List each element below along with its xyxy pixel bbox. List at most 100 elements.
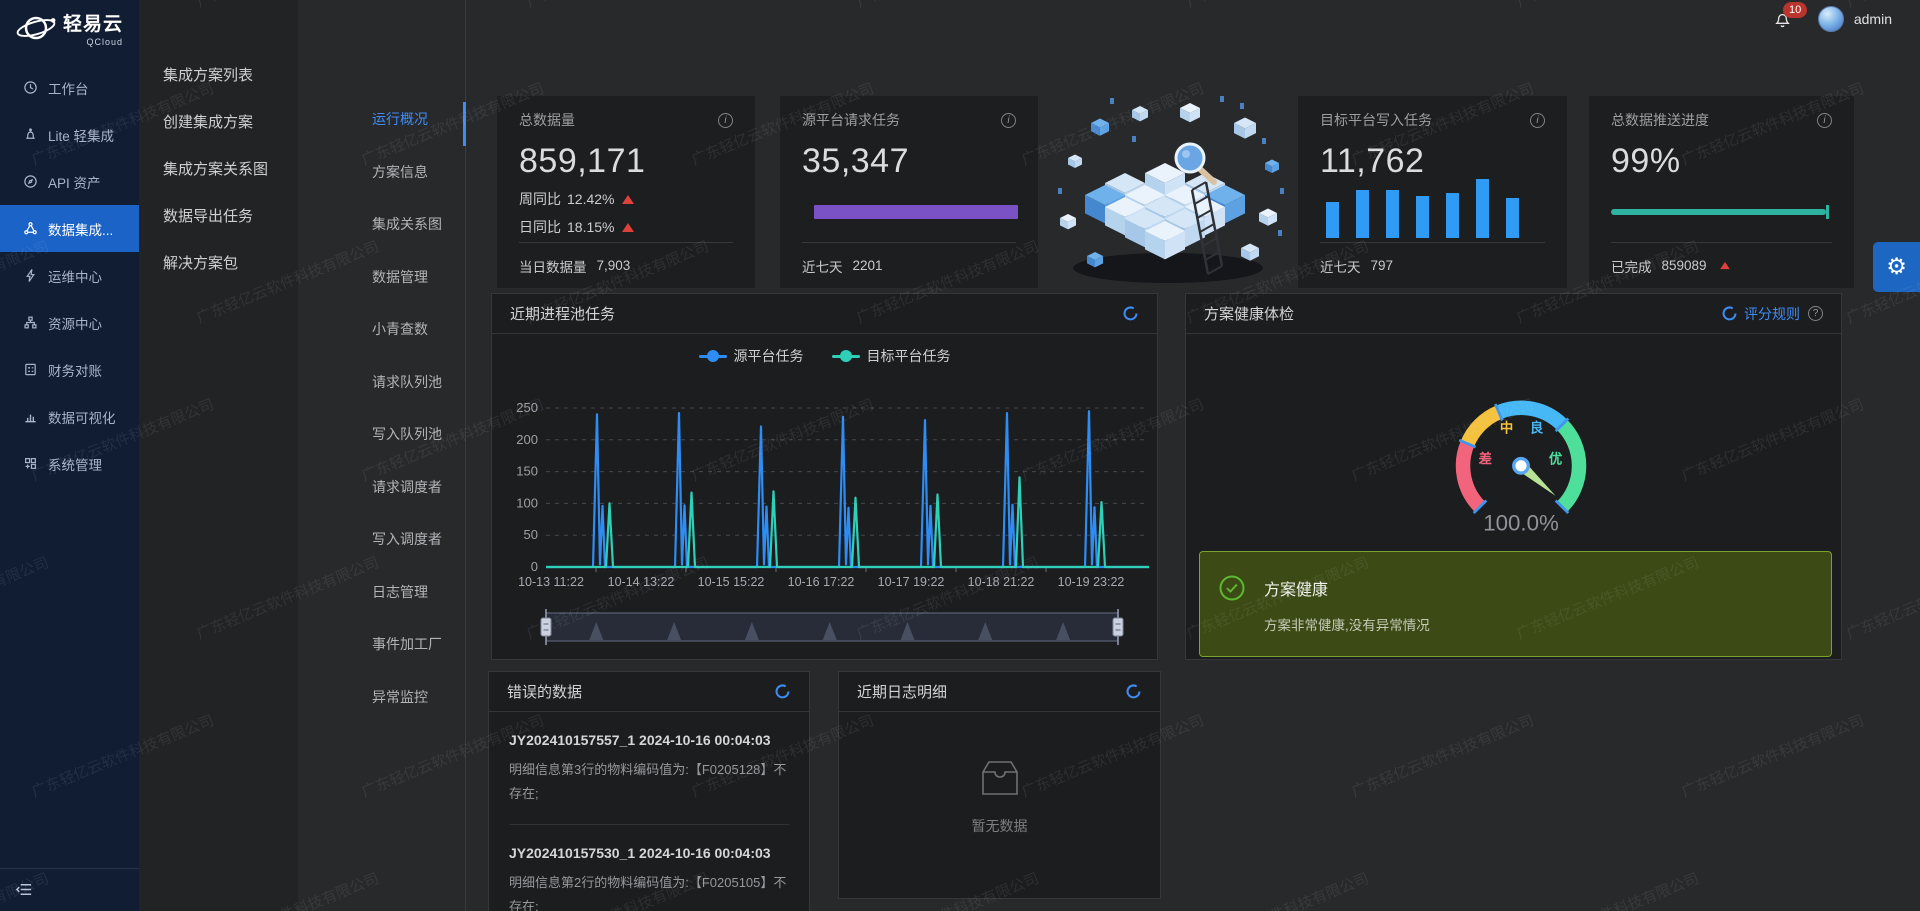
check-circle-icon	[1219, 575, 1245, 601]
submenu-data-management[interactable]: 数据管理	[298, 251, 465, 304]
panel-title: 方案健康体检	[1204, 306, 1295, 323]
dashboard-app: 轻易云 QCloud 工作台 Lite 轻集成 API 资产 数据集成... 运…	[0, 0, 1920, 911]
up-arrow-icon	[622, 222, 635, 232]
info-icon[interactable]	[1530, 112, 1545, 128]
svg-text:50: 50	[524, 527, 538, 542]
sidebar-nav: 工作台 Lite 轻集成 API 资产 数据集成... 运维中心 资源中心 财务…	[0, 64, 139, 487]
panel-title: 近期进程池任务	[510, 306, 616, 323]
info-icon[interactable]	[1817, 112, 1832, 128]
card-footer: 近七天 2201	[802, 258, 883, 275]
app-title: 轻易云	[63, 14, 124, 35]
health-check-panel: 方案健康体检 评分规则 差 中 良 优 100.0%	[1185, 293, 1842, 660]
sidebar-item-resource-center[interactable]: 资源中心	[0, 299, 139, 346]
submenu-integration-graph[interactable]: 集成关系图	[298, 198, 465, 251]
sidebar-item-system[interactable]: 系统管理	[0, 440, 139, 487]
svg-text:150: 150	[516, 464, 538, 479]
svg-text:10-14 13:22: 10-14 13:22	[608, 575, 675, 589]
sidebar-item-data-visualization[interactable]: 数据可视化	[0, 393, 139, 440]
empty-state: 暂无数据	[839, 758, 1160, 836]
sidebar-footer	[0, 868, 139, 911]
refresh-icon[interactable]	[1721, 305, 1738, 322]
notification-bell[interactable]: 10	[1773, 2, 1808, 34]
error-entry-message: 明细信息第3行的物料编码值为:【F0205128】不存在;	[509, 762, 787, 802]
sidebar-item-api-assets[interactable]: API 资产	[0, 158, 139, 205]
info-icon[interactable]	[1001, 112, 1016, 128]
menu-item-solution-list[interactable]: 集成方案列表	[139, 52, 298, 99]
card-value: 99%	[1611, 142, 1681, 180]
submenu-exception-monitor[interactable]: 异常监控	[298, 671, 465, 724]
submenu-request-scheduler[interactable]: 请求调度者	[298, 461, 465, 514]
grid-icon	[25, 458, 36, 469]
gauge-label-poor: 差	[1479, 451, 1492, 467]
submenu-write-scheduler[interactable]: 写入调度者	[298, 513, 465, 566]
error-entry-title: JY202410157530_1 2024-10-16 00:04:03	[509, 845, 771, 862]
sidebar-item-lite[interactable]: Lite 轻集成	[0, 111, 139, 158]
card-value: 35,347	[802, 142, 909, 180]
up-arrow-icon	[622, 194, 635, 204]
svg-text:200: 200	[516, 432, 538, 447]
svg-text:0: 0	[531, 559, 538, 574]
username[interactable]: admin	[1854, 11, 1892, 27]
bar-chart-icon	[25, 414, 36, 423]
progress-fill	[1611, 209, 1826, 215]
error-entry[interactable]: JY202410157557_1 2024-10-16 00:04:03 明细信…	[489, 732, 809, 826]
sidebar-item-ops-center[interactable]: 运维中心	[0, 252, 139, 299]
card-label: 总数据推送进度	[1611, 112, 1709, 128]
trend-week: 周同比 12.42%	[519, 189, 733, 209]
help-icon[interactable]	[1808, 306, 1823, 321]
topbar: 10 admin	[466, 0, 1920, 44]
error-entry[interactable]: JY202410157530_1 2024-10-16 00:04:03 明细信…	[489, 845, 809, 911]
svg-text:10-13 11:22: 10-13 11:22	[518, 575, 584, 589]
gauge-segment-poor	[1455, 440, 1486, 512]
submenu-event-factory[interactable]: 事件加工厂	[298, 618, 465, 671]
scoring-rules-link[interactable]: 评分规则	[1744, 304, 1800, 324]
alarm-icon	[26, 128, 35, 139]
sidebar: 轻易云 QCloud 工作台 Lite 轻集成 API 资产 数据集成... 运…	[0, 0, 139, 911]
health-status-title: 方案健康	[1264, 582, 1329, 599]
gauge-segment-medium	[1460, 405, 1502, 447]
qcloud-logo-icon	[16, 16, 56, 40]
avatar[interactable]	[1818, 6, 1844, 32]
card-label: 目标平台写入任务	[1320, 112, 1432, 128]
gauge-segment-excellent	[1556, 419, 1587, 512]
card-total-data: 总数据量 859,171 周同比12.42% 日同比18.15% 当日数据量7,…	[497, 96, 755, 288]
empty-text: 暂无数据	[971, 818, 1028, 834]
settings-gear-button[interactable]	[1873, 242, 1920, 292]
menu-item-data-export[interactable]: 数据导出任务	[139, 193, 298, 240]
bolt-icon	[26, 269, 35, 282]
line-chart[interactable]: 0 50 100 150 200 250 10-13 11:22 10-14 13:22 10-…	[492, 341, 1157, 661]
card-push-progress: 总数据推送进度 99% 已完成859089	[1589, 96, 1854, 288]
submenu-log-management[interactable]: 日志管理	[298, 566, 465, 619]
clock-icon	[24, 81, 37, 94]
info-icon[interactable]	[718, 112, 733, 128]
sidebar-item-label: 系统管理	[48, 457, 102, 473]
sidebar-item-workbench[interactable]: 工作台	[0, 64, 139, 111]
solution-submenu: 运行概况 方案信息 集成关系图 数据管理 小青查数 请求队列池 写入队列池 请求…	[298, 0, 466, 911]
card-source-requests: 源平台请求任务 35,347 近七天2201	[780, 96, 1038, 288]
up-arrow-icon	[1719, 261, 1730, 270]
refresh-icon[interactable]	[1122, 305, 1139, 322]
submenu-solution-info[interactable]: 方案信息	[298, 146, 465, 199]
error-entry-title: JY202410157557_1 2024-10-16 00:04:03	[509, 732, 771, 748]
menu-item-solution-graph[interactable]: 集成方案关系图	[139, 146, 298, 193]
menu-item-create-solution[interactable]: 创建集成方案	[139, 99, 298, 146]
refresh-icon[interactable]	[774, 683, 791, 700]
card-label: 总数据量	[519, 112, 575, 128]
gauge-value: 100.0%	[1483, 510, 1559, 535]
svg-text:10-19 23:22: 10-19 23:22	[1058, 575, 1125, 589]
progress-cap	[1825, 205, 1829, 219]
panel-title: 错误的数据	[507, 684, 583, 701]
refresh-icon[interactable]	[1125, 683, 1142, 700]
gauge-label-excellent: 优	[1549, 451, 1563, 467]
submenu-request-queue[interactable]: 请求队列池	[298, 356, 465, 409]
collapse-sidebar-icon[interactable]	[15, 880, 34, 904]
sidebar-item-data-integration[interactable]: 数据集成...	[0, 205, 139, 252]
submenu-xiaoqing-query[interactable]: 小青查数	[298, 303, 465, 356]
submenu-overview[interactable]: 运行概况	[298, 93, 466, 146]
menu-item-solution-pack[interactable]: 解决方案包	[139, 240, 298, 287]
logo[interactable]: 轻易云 QCloud	[13, 8, 123, 48]
empty-inbox-icon	[981, 761, 1018, 795]
error-entry-message: 明细信息第2行的物料编码值为:【F0205105】不存在;	[509, 875, 787, 911]
sidebar-item-finance[interactable]: 财务对账	[0, 346, 139, 393]
submenu-write-queue[interactable]: 写入队列池	[298, 408, 465, 461]
